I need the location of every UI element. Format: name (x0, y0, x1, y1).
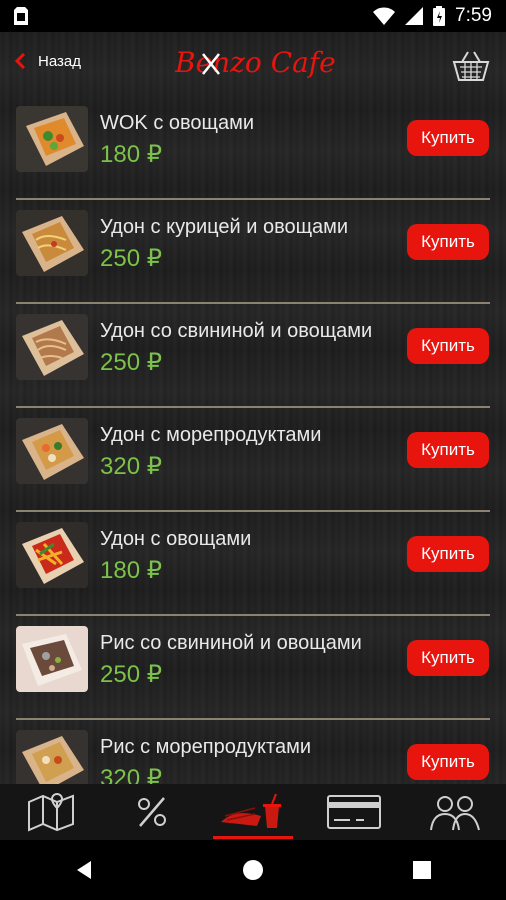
chevron-left-icon (14, 52, 26, 70)
buy-button[interactable]: Купить (407, 536, 489, 572)
card-icon (327, 795, 382, 829)
buy-button[interactable]: Купить (407, 120, 489, 156)
dish-name: WOK с овощами (100, 112, 255, 134)
dish-name: Удон с овощами (100, 528, 252, 550)
list-item: Удон со свининой и овощами 250 ₽ Купить (0, 304, 506, 408)
dish-name: Рис со свининой и овощами (100, 632, 362, 654)
top-bar: Назад Benzo Cafe (0, 32, 506, 96)
dish-name: Удон со свининой и овощами (100, 320, 373, 342)
list-item: Рис с морепродуктами 320 ₽ Купить (0, 720, 506, 786)
back-triangle-icon (77, 861, 92, 879)
map-icon (27, 792, 74, 832)
bottom-tab-bar (0, 784, 506, 840)
home-circle-icon (242, 860, 263, 880)
signal-icon (405, 7, 424, 25)
buy-button[interactable]: Купить (407, 744, 489, 780)
buy-button[interactable]: Купить (407, 328, 489, 364)
wifi-icon (373, 7, 396, 25)
dish-price: 180 ₽ (100, 557, 162, 584)
battery-icon (433, 6, 446, 26)
menu-list[interactable]: WOK с овощами 180 ₽ Купить Удон с курице… (0, 96, 506, 786)
nav-recents-button[interactable] (392, 845, 452, 895)
list-item: Рис со свининой и овощами 250 ₽ Купить (0, 616, 506, 720)
app-screen: Назад Benzo Cafe WOK с овощами 180 ₽ Куп… (0, 32, 506, 840)
dish-image (16, 210, 88, 276)
nav-back-button[interactable] (54, 845, 114, 895)
dish-image (16, 730, 88, 786)
buy-button[interactable]: Купить (407, 432, 489, 468)
tab-map[interactable] (11, 787, 91, 837)
back-button[interactable]: Назад (10, 50, 81, 72)
dish-price: 180 ₽ (100, 141, 162, 168)
dish-image (16, 418, 88, 484)
sim-card-icon (14, 7, 28, 25)
discount-icon (137, 797, 166, 827)
dish-name: Удон с курицей и овощами (100, 216, 349, 238)
buy-button[interactable]: Купить (407, 640, 489, 676)
dish-price: 320 ₽ (100, 765, 162, 786)
list-item: Удон с курицей и овощами 250 ₽ Купить (0, 200, 506, 304)
tab-discounts[interactable] (112, 787, 192, 837)
dish-price: 250 ₽ (100, 245, 162, 272)
back-label: Назад (38, 52, 81, 70)
logo-text: Benzo Cafe (175, 46, 335, 79)
dish-image (16, 626, 88, 692)
basket-icon[interactable] (450, 48, 492, 84)
recents-square-icon (412, 861, 431, 879)
tab-people[interactable] (415, 787, 495, 837)
food-icon (220, 793, 281, 828)
dish-name: Рис с морепродуктами (100, 736, 312, 758)
system-nav-bar (0, 840, 506, 900)
list-item: Удон с овощами 180 ₽ Купить (0, 512, 506, 616)
people-icon (430, 796, 481, 831)
tab-card[interactable] (314, 787, 394, 837)
nav-home-button[interactable] (223, 845, 283, 895)
clock: 7:59 (455, 5, 492, 26)
list-item: WOK с овощами 180 ₽ Купить (0, 96, 506, 200)
dish-image (16, 106, 88, 172)
list-item: Удон с морепродуктами 320 ₽ Купить (0, 408, 506, 512)
tab-menu[interactable] (212, 787, 293, 839)
logo: Benzo Cafe (174, 40, 336, 84)
dish-name: Удон с морепродуктами (100, 424, 322, 446)
dish-image (16, 314, 88, 380)
dish-price: 250 ₽ (100, 349, 162, 376)
status-bar: 7:59 (0, 0, 506, 32)
dish-price: 250 ₽ (100, 661, 162, 688)
dish-price: 320 ₽ (100, 453, 162, 480)
buy-button[interactable]: Купить (407, 224, 489, 260)
dish-image (16, 522, 88, 588)
